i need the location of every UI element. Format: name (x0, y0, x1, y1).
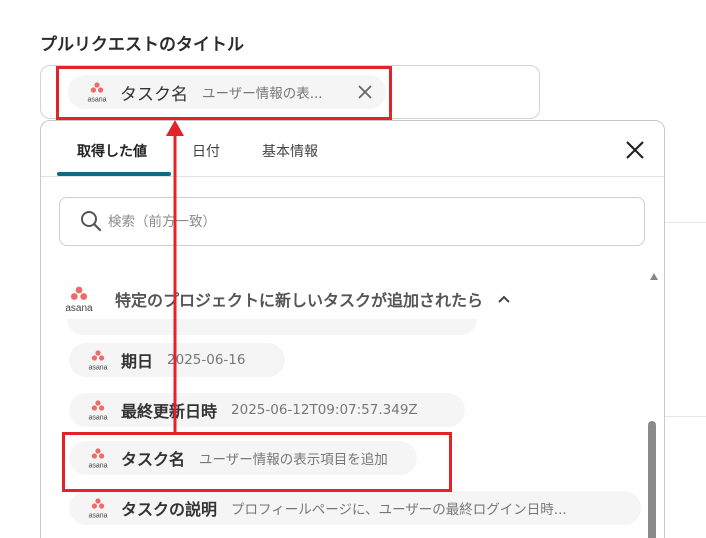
close-icon[interactable] (624, 139, 646, 161)
item-title: タスク名 (121, 450, 186, 469)
search-icon (81, 211, 102, 232)
asana-logo-icon: asana (88, 400, 108, 422)
item-value: 2025-06-12T09:07:57.349Z (231, 402, 418, 418)
tab-basic-info[interactable]: 基本情報 (262, 141, 318, 161)
chip-title: タスク名 (120, 84, 188, 105)
tab-acquired-values[interactable]: 取得した値 (77, 141, 147, 161)
chevron-up-icon[interactable] (497, 294, 511, 304)
remove-chip-close-icon[interactable] (356, 83, 374, 101)
list-item[interactable]: asana タスクの説明 プロフィールページに、ユーザーの最終ログイン日時... (69, 491, 641, 525)
svg-text:asana: asana (88, 513, 107, 520)
item-value: ユーザー情報の表示項目を追加 (199, 452, 388, 468)
svg-text:asana: asana (65, 303, 93, 313)
svg-text:asana: asana (87, 97, 106, 104)
value-picker-dropdown: 取得した値 日付 基本情報 asana 特定のプロジェクトに新しいタスクが追加さ… (40, 120, 665, 538)
active-tab-indicator (57, 172, 171, 176)
trigger-group-header[interactable]: asana 特定のプロジェクトに新しいタスクが追加されたら (59, 281, 579, 317)
group-title: 特定のプロジェクトに新しいタスクが追加されたら (115, 291, 484, 310)
list-item[interactable]: asana タスク名 ユーザー情報の表示項目を追加 (69, 441, 417, 475)
svg-text:asana: asana (88, 415, 107, 422)
list-item[interactable]: asana 最終更新日時 2025-06-12T09:07:57.349Z (69, 393, 465, 427)
scrollbar-thumb[interactable] (648, 421, 656, 538)
asana-logo-icon: asana (87, 82, 107, 104)
asana-logo-icon: asana (88, 448, 108, 470)
item-value: 2025-06-16 (167, 352, 246, 368)
asana-logo-icon: asana (88, 350, 108, 372)
item-value: プロフィールページに、ユーザーの最終ログイン日時... (231, 502, 567, 518)
search-input[interactable] (108, 198, 628, 245)
item-title: タスクの説明 (121, 500, 218, 519)
chip-value: ユーザー情報の表... (202, 86, 323, 102)
background-divider (660, 416, 706, 417)
search-box (59, 197, 645, 246)
asana-logo-icon: asana (65, 286, 93, 313)
scrollbar[interactable] (647, 271, 659, 538)
tab-date[interactable]: 日付 (192, 141, 220, 161)
selected-value-chip[interactable]: asana タスク名 ユーザー情報の表... (68, 75, 386, 109)
asana-logo-icon: asana (88, 498, 108, 520)
svg-text:asana: asana (88, 463, 107, 470)
item-title: 最終更新日時 (121, 402, 218, 421)
item-title: 期日 (121, 352, 154, 371)
list-item[interactable]: asana 期日 2025-06-16 (69, 343, 285, 377)
scroll-up-arrow-icon[interactable] (650, 273, 658, 280)
background-divider (660, 222, 706, 223)
list-item-partial (67, 319, 477, 335)
field-label: プルリクエストのタイトル (40, 35, 244, 55)
svg-text:asana: asana (88, 365, 107, 372)
tab-bar: 取得した値 日付 基本情報 (41, 121, 664, 177)
